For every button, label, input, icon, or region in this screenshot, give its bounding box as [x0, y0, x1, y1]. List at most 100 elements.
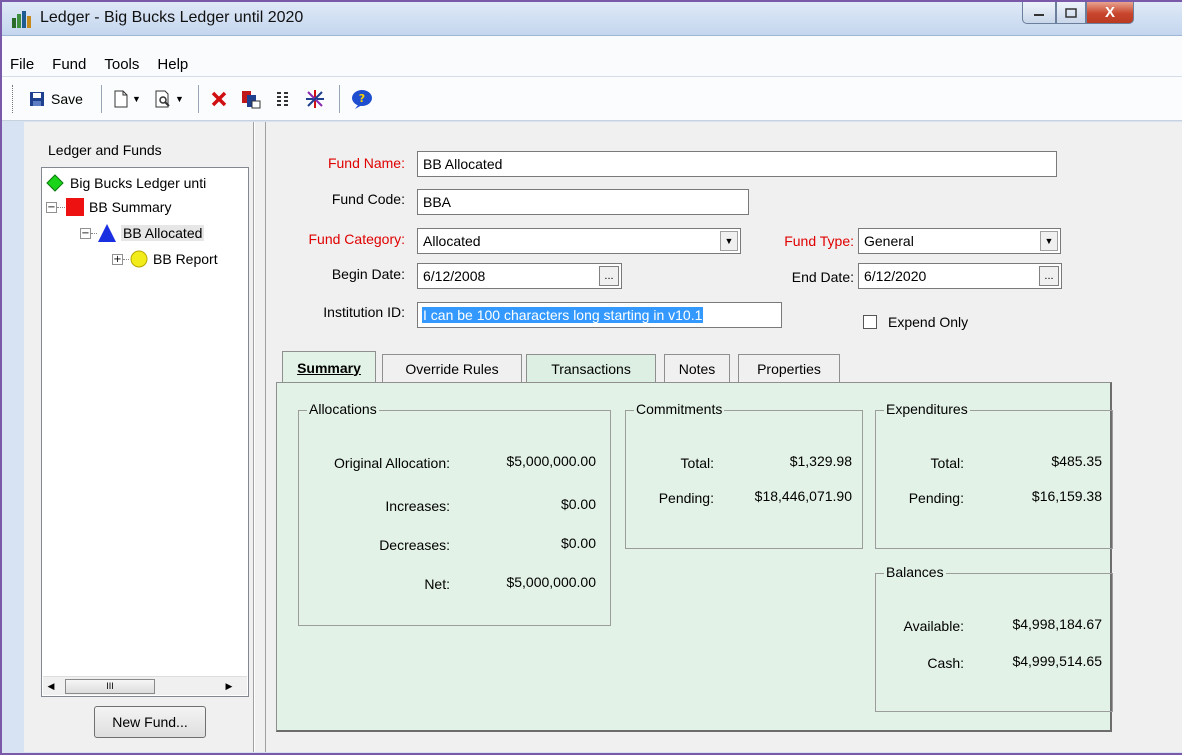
maximize-button[interactable] [1056, 2, 1086, 24]
calendar-picker-button[interactable]: ... [599, 266, 619, 286]
menu-fund[interactable]: Fund [50, 56, 88, 73]
decreases-label: Decreases: [379, 537, 450, 553]
fund-category-value: Allocated [423, 233, 481, 249]
increases-value: $0.00 [560, 496, 596, 512]
horizontal-scrollbar[interactable]: ◀ III ▶ [43, 676, 247, 695]
new-document-button[interactable]: ▼ [108, 84, 146, 114]
tab-override-rules[interactable]: Override Rules [382, 354, 522, 382]
toolbar-grip[interactable] [12, 84, 15, 113]
scroll-right-icon[interactable]: ▶ [221, 681, 237, 692]
tab-label: Properties [757, 360, 821, 377]
tree-item-bb-summary[interactable]: − BB Summary [46, 196, 171, 218]
toolbar-separator [339, 84, 340, 113]
report-circle-icon [130, 250, 148, 268]
new-fund-button[interactable]: New Fund... [94, 706, 206, 738]
ledger-funds-heading: Ledger and Funds [48, 142, 162, 158]
panel-splitter[interactable] [254, 122, 266, 752]
fund-category-label: Fund Category: [308, 231, 406, 247]
save-button[interactable]: Save [21, 84, 91, 114]
end-date-value: 6/12/2020 [864, 268, 927, 284]
columns-button[interactable] [269, 84, 297, 114]
expend-only-checkbox[interactable] [863, 315, 877, 329]
begin-date-input[interactable]: 6/12/2008 ... [417, 263, 622, 289]
balances-title: Balances [884, 564, 946, 580]
cash-label: Cash: [927, 655, 964, 671]
tab-notes[interactable]: Notes [664, 354, 730, 382]
expenditures-total-value: $485.35 [1051, 453, 1102, 469]
collapse-icon[interactable]: − [80, 227, 91, 239]
app-window: Ledger - Big Bucks Ledger until 2020 X F… [0, 0, 1182, 755]
asterisk-button[interactable] [301, 84, 329, 114]
end-date-label: End Date: [791, 269, 854, 285]
summary-square-icon [66, 198, 84, 216]
tab-label: Notes [678, 360, 716, 377]
tree-item-bb-report[interactable]: + BB Report [112, 248, 218, 270]
window-title: Ledger - Big Bucks Ledger until 2020 [40, 9, 304, 26]
fund-type-value: General [864, 233, 914, 249]
toolbar: Save ▼ ▼ ? [2, 77, 1182, 121]
expenditures-pending-value: $16,159.38 [1031, 488, 1102, 504]
begin-date-value: 6/12/2008 [423, 268, 486, 284]
tree-item-label: Big Bucks Ledger unti [70, 175, 207, 191]
fund-type-select[interactable]: General ▼ [858, 228, 1061, 254]
ledger-diamond-icon [46, 174, 64, 192]
columns-icon [277, 91, 288, 106]
minimize-button[interactable] [1022, 2, 1056, 24]
chevron-down-icon: ▼ [175, 93, 184, 104]
fund-detail-panel: Fund Name: BB Allocated Fund Code: BBA F… [266, 122, 1182, 752]
tree-item-label: BB Report [153, 251, 218, 267]
close-button[interactable]: X [1086, 2, 1134, 24]
delete-button[interactable] [205, 84, 233, 114]
chevron-down-icon[interactable]: ▼ [1040, 231, 1058, 251]
institution-id-value: I can be 100 characters long starting in… [422, 307, 704, 323]
window-controls: X [1022, 2, 1178, 24]
tree-item-bb-allocated[interactable]: − BB Allocated [80, 222, 205, 244]
tab-properties[interactable]: Properties [738, 354, 840, 382]
menu-tools[interactable]: Tools [102, 56, 141, 73]
tree-item-ledger[interactable]: Big Bucks Ledger unti [46, 172, 206, 194]
commitments-pending-label: Pending: [658, 490, 714, 506]
collapse-icon[interactable]: − [46, 201, 57, 213]
fund-code-input[interactable]: BBA [417, 189, 749, 215]
fund-tree[interactable]: Big Bucks Ledger unti − BB Summary − BB … [41, 167, 249, 697]
calendar-picker-button[interactable]: ... [1039, 266, 1059, 286]
save-icon [30, 91, 45, 106]
new-fund-label: New Fund... [112, 714, 188, 730]
toolbar-separator [101, 84, 102, 113]
tab-label: Transactions [551, 360, 631, 377]
expand-icon[interactable]: + [112, 253, 123, 265]
print-preview-button[interactable]: ▼ [150, 84, 188, 114]
print-preview-icon [155, 90, 170, 107]
menu-file[interactable]: File [8, 56, 36, 73]
report-button[interactable] [237, 84, 265, 114]
end-date-input[interactable]: 6/12/2020 ... [858, 263, 1062, 289]
save-label: Save [51, 90, 83, 107]
institution-id-input[interactable]: I can be 100 characters long starting in… [417, 302, 782, 328]
menu-help[interactable]: Help [155, 56, 190, 73]
available-label: Available: [903, 618, 964, 634]
fund-name-value: BB Allocated [423, 156, 503, 172]
fund-category-select[interactable]: Allocated ▼ [417, 228, 741, 254]
title-bar[interactable]: Ledger - Big Bucks Ledger until 2020 X [2, 2, 1182, 36]
chevron-down-icon[interactable]: ▼ [720, 231, 738, 251]
expenditures-pending-label: Pending: [908, 490, 964, 506]
institution-id-label: Institution ID: [323, 304, 405, 320]
fund-name-label: Fund Name: [327, 155, 405, 171]
scroll-left-icon[interactable]: ◀ [43, 681, 59, 692]
tab-summary[interactable]: Summary [282, 351, 376, 383]
expend-only-label[interactable]: Expend Only [888, 314, 968, 330]
expenditures-group: Expenditures Total: $485.35 Pending: $16… [875, 401, 1113, 549]
commitments-total-label: Total: [680, 455, 714, 471]
tab-transactions[interactable]: Transactions [526, 354, 656, 382]
allocations-group: Allocations Original Allocation: $5,000,… [298, 401, 611, 626]
expenditures-total-label: Total: [930, 455, 964, 471]
minimize-icon [1034, 13, 1044, 16]
commitments-pending-value: $18,446,071.90 [754, 488, 852, 504]
fund-name-input[interactable]: BB Allocated [417, 151, 1057, 177]
scroll-thumb[interactable]: III [65, 678, 155, 694]
ledger-app-icon [12, 11, 31, 28]
available-value: $4,998,184.67 [1012, 616, 1102, 632]
help-button[interactable]: ? [346, 84, 378, 114]
chevron-down-icon: ▼ [132, 93, 141, 104]
commitments-title: Commitments [634, 401, 725, 417]
